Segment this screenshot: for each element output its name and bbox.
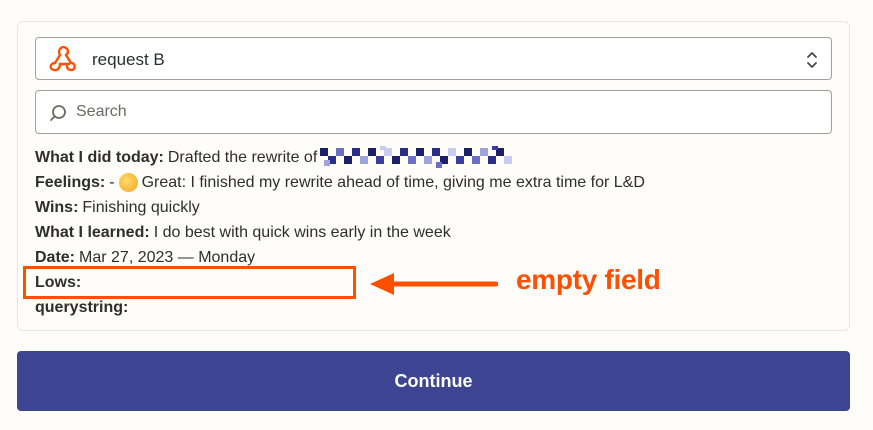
search-box[interactable] (35, 90, 832, 134)
continue-button[interactable]: Continue (17, 351, 850, 411)
chevron-up-down-icon[interactable] (805, 50, 819, 70)
search-input[interactable] (76, 99, 816, 125)
field-value: Great: I finished my rewrite ahead of ti… (141, 174, 645, 191)
request-selector[interactable]: request B (35, 37, 832, 80)
field-key: Wins: (35, 199, 79, 216)
selector-value: request B (92, 50, 165, 69)
annotation-highlight-box (23, 266, 356, 299)
search-icon (50, 105, 66, 121)
field-key: What I did today: (35, 149, 164, 166)
field-value: I do best with quick wins early in the w… (153, 224, 451, 241)
field-row-wins: Wins: Finishing quickly (35, 195, 835, 220)
field-value: Finishing quickly (82, 199, 200, 216)
field-row-feelings: Feelings: - Great: I finished my rewrite… (35, 170, 835, 195)
field-row-what-i-learned: What I learned: I do best with quick win… (35, 220, 835, 245)
field-value-prefix: - (109, 174, 115, 191)
annotation-arrow-icon (370, 273, 498, 295)
partying-face-emoji-icon (118, 173, 138, 192)
field-key: Feelings: (35, 174, 106, 191)
field-value: Drafted the rewrite of (167, 149, 318, 166)
field-key: What I learned: (35, 224, 150, 241)
webhook-icon (49, 46, 76, 72)
annotation-label: empty field (516, 264, 661, 295)
field-row-what-i-did-today: What I did today: Drafted the rewrite of (35, 145, 835, 170)
redacted-pixelated-block (320, 145, 513, 168)
